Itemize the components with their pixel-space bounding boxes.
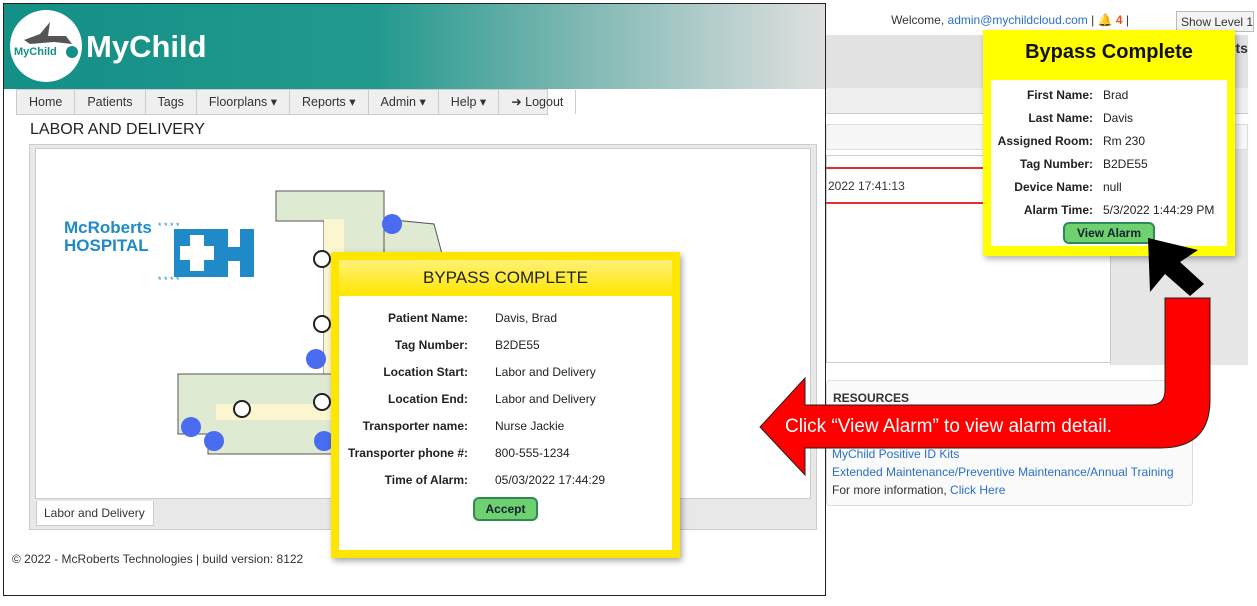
callout-text: Click “View Alarm” to view alarm detail. (785, 416, 1112, 437)
cursor-icon (1148, 238, 1204, 296)
callout-arrow-icon (759, 238, 1211, 477)
